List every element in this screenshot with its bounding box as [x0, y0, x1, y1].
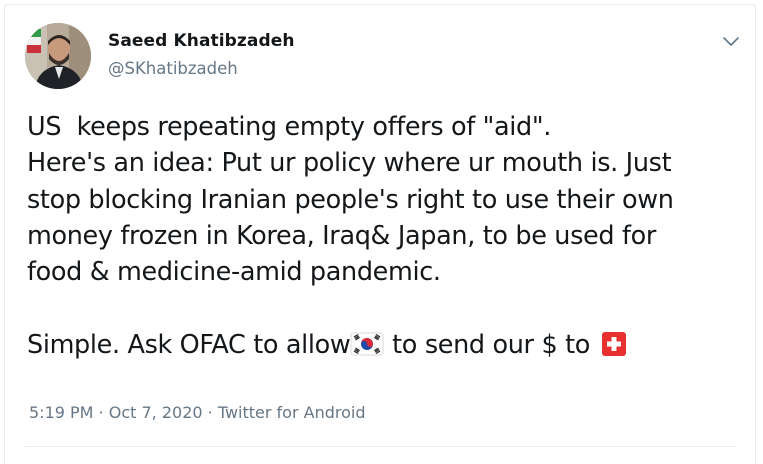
author-name[interactable]: Saeed Khatibzadeh	[108, 31, 295, 51]
tweet-last-line: Simple. Ask OFAC to allow to send our $ …	[27, 327, 747, 363]
tweet-source: Twitter for Android	[217, 403, 366, 422]
tweet-line: money frozen in Korea, Iraq& Japan, to b…	[27, 220, 657, 251]
tweet-line: stop blocking Iranian people's right to …	[27, 184, 674, 215]
tweet-menu-chevron-down-icon[interactable]	[717, 28, 745, 56]
divider	[25, 446, 737, 447]
meta-separator: ·	[202, 403, 218, 422]
tweet-line: Here's an idea: Put ur policy where ur m…	[27, 148, 672, 179]
south-korea-flag-icon	[350, 330, 384, 358]
tweet-meta: 5:19 PM · Oct 7, 2020 · Twitter for Andr…	[29, 403, 365, 422]
tweet-text: US keeps repeating empty offers of "aid"…	[27, 109, 747, 363]
tweet-line: food & medicine-amid pandemic.	[27, 257, 441, 288]
avatar-image	[25, 23, 91, 89]
swiss-flag-icon	[598, 330, 632, 358]
author-handle[interactable]: @SKhatibzadeh	[108, 59, 238, 78]
author-avatar[interactable]	[25, 23, 91, 89]
tweet-text-segment: to send our $ to	[384, 329, 598, 360]
meta-separator: ·	[93, 403, 109, 422]
tweet-line: US keeps repeating empty offers of "aid"…	[27, 112, 552, 142]
tweet-card: Saeed Khatibzadeh @SKhatibzadeh US keeps…	[4, 4, 756, 464]
tweet-time[interactable]: 5:19 PM	[29, 403, 93, 422]
tweet-text-segment: Simple. Ask OFAC to allow	[27, 329, 351, 360]
tweet-date[interactable]: Oct 7, 2020	[109, 403, 203, 422]
tweet-line	[27, 290, 747, 326]
